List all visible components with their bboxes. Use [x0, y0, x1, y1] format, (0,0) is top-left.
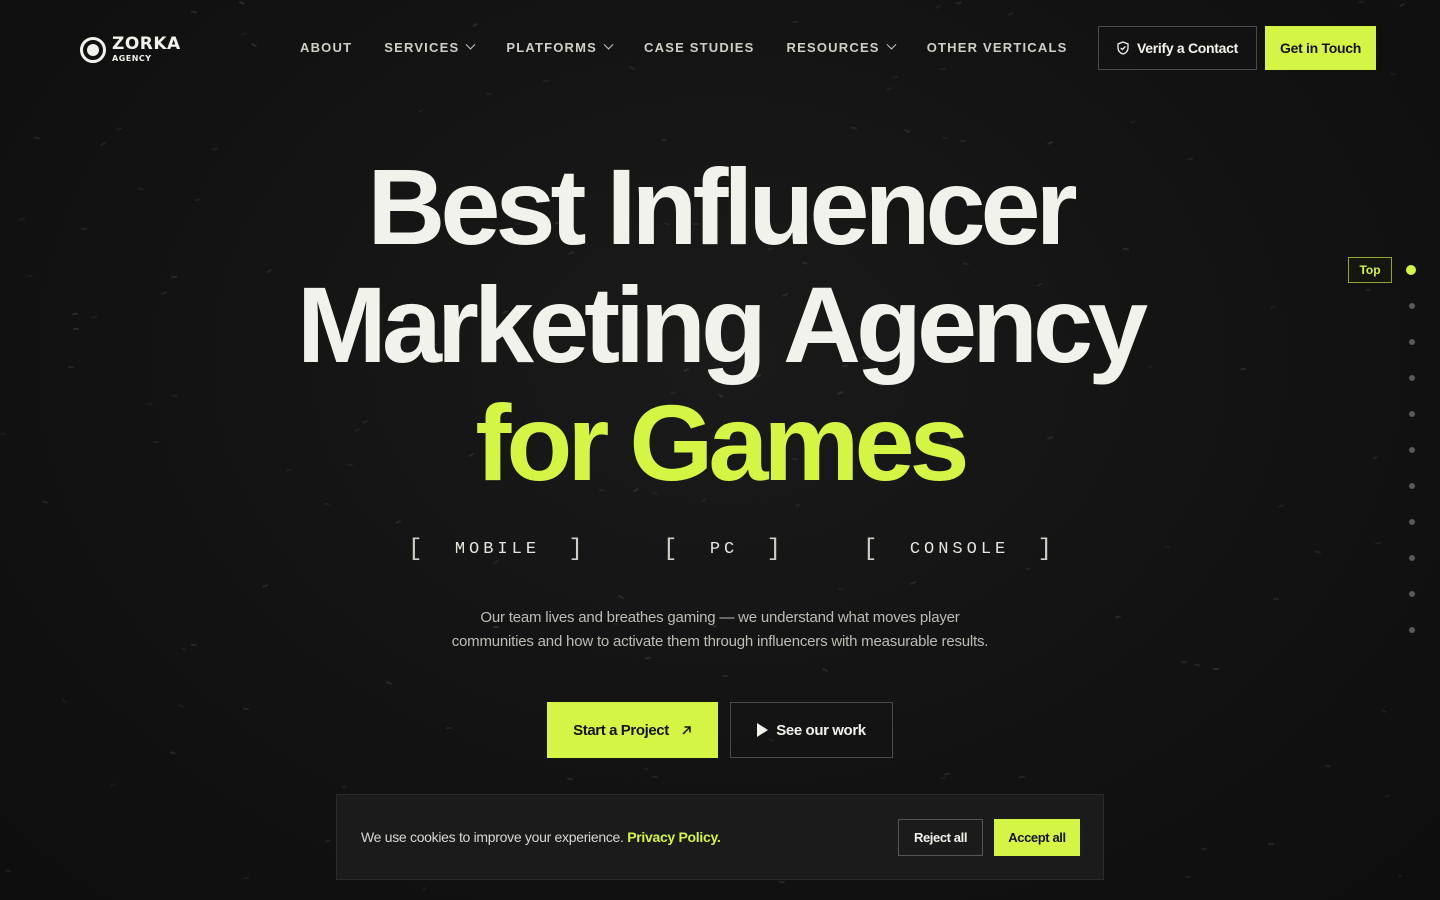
- platform-tag-console: [ CONSOLE ]: [863, 536, 1057, 563]
- section-dot[interactable]: [1409, 411, 1415, 417]
- start-project-button[interactable]: Start a Project: [547, 702, 718, 758]
- start-project-label: Start a Project: [573, 721, 669, 739]
- section-dot[interactable]: [1409, 483, 1415, 489]
- platform-label: CONSOLE: [909, 540, 1010, 559]
- cookie-text: We use cookies to improve your experienc…: [361, 829, 624, 845]
- section-dot[interactable]: [1409, 519, 1415, 525]
- hero-description-line-1: Our team lives and breathes gaming — we …: [480, 609, 960, 626]
- hero-title-line-2: Marketing Agency: [296, 264, 1148, 385]
- privacy-policy-link[interactable]: Privacy Policy.: [627, 829, 721, 845]
- hero-title: Best Influencer Marketing Agency for Gam…: [0, 148, 1440, 502]
- platform-tag-pc: [ PC ]: [663, 536, 786, 563]
- section-dot[interactable]: [1406, 265, 1416, 275]
- chevron-down-icon: [603, 39, 614, 50]
- platform-label: MOBILE: [454, 540, 541, 559]
- section-dot[interactable]: [1409, 555, 1415, 561]
- section-dot[interactable]: [1409, 375, 1415, 381]
- hero-description-line-2: communities and how to activate them thr…: [451, 633, 989, 650]
- chevron-down-icon: [886, 39, 897, 50]
- nav-label: RESOURCES: [786, 40, 880, 55]
- platform-label: PC: [709, 540, 739, 559]
- cookie-banner: We use cookies to improve your experienc…: [336, 794, 1104, 880]
- nav-label: OTHER VERTICALS: [926, 40, 1068, 55]
- nav-item-case-studies[interactable]: CASE STUDIES: [644, 40, 754, 55]
- nav-item-about[interactable]: ABOUT: [300, 40, 352, 55]
- see-our-work-label: See our work: [776, 721, 866, 739]
- nav-label: ABOUT: [300, 40, 353, 55]
- play-icon: [757, 723, 769, 737]
- hero-title-line-1: Best Influencer: [367, 146, 1077, 267]
- verify-contact-button[interactable]: Verify a Contact: [1098, 26, 1257, 70]
- hero-description: Our team lives and breathes gaming — we …: [420, 606, 1020, 654]
- nav-item-platforms[interactable]: PLATFORMS: [506, 39, 614, 55]
- section-dot[interactable]: [1409, 627, 1415, 633]
- brand-sub: AGENCY: [112, 54, 152, 63]
- section-dot[interactable]: [1409, 591, 1415, 597]
- nav-item-services[interactable]: SERVICES: [384, 39, 476, 55]
- platform-tags: [ MOBILE ] [ PC ] [ CONSOLE ]: [0, 534, 1440, 564]
- shield-check-icon: [1117, 41, 1129, 55]
- brand-logo[interactable]: ZORKA AGENCY: [80, 36, 181, 63]
- nav-item-resources[interactable]: RESOURCES: [786, 39, 897, 55]
- reject-all-button[interactable]: Reject all: [898, 819, 983, 856]
- hero-title-line-3: for Games: [475, 382, 969, 503]
- cookie-message: We use cookies to improve your experienc…: [361, 829, 721, 845]
- chevron-down-icon: [465, 39, 476, 50]
- nav-label: SERVICES: [384, 40, 460, 55]
- nav-item-other-verticals[interactable]: OTHER VERTICALS: [927, 40, 1068, 55]
- nav-label: CASE STUDIES: [644, 40, 755, 55]
- verify-contact-label: Verify a Contact: [1136, 40, 1238, 56]
- arrow-up-right-icon: [682, 725, 691, 735]
- get-in-touch-button[interactable]: Get in Touch: [1265, 26, 1376, 70]
- section-dot[interactable]: [1409, 303, 1415, 309]
- section-dot[interactable]: [1409, 339, 1415, 345]
- platform-tag-mobile: [ MOBILE ]: [408, 536, 587, 563]
- see-our-work-button[interactable]: See our work: [730, 702, 893, 758]
- accept-all-button[interactable]: Accept all: [994, 819, 1080, 856]
- nav-label: PLATFORMS: [506, 40, 598, 55]
- brand-name: ZORKA: [112, 34, 181, 54]
- section-dot[interactable]: [1409, 447, 1415, 453]
- main-nav: ABOUT SERVICES PLATFORMS CASE STUDIES RE…: [300, 39, 1068, 55]
- section-indicator-label: Top: [1348, 257, 1392, 283]
- logo-mark-icon: [80, 36, 106, 63]
